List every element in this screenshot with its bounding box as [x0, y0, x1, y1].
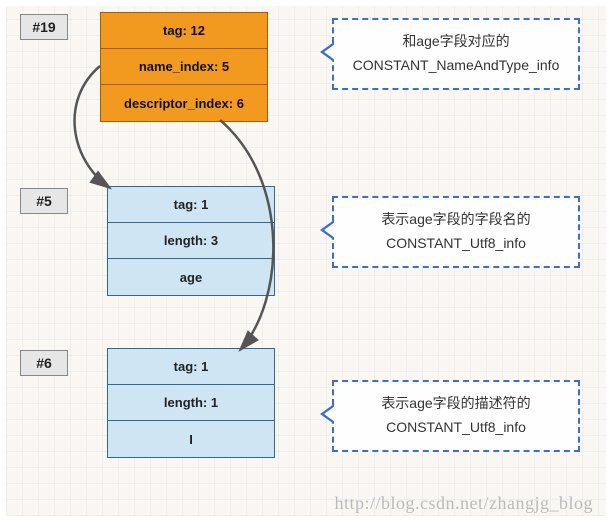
- index-label-6: #6: [20, 350, 68, 376]
- constant-node-19: tag: 12 name_index: 5 descriptor_index: …: [100, 12, 268, 122]
- index-label-19: #19: [20, 14, 68, 40]
- node5-tag: tag: 1: [108, 187, 274, 223]
- node6-tag: tag: 1: [108, 349, 274, 385]
- constant-node-5: tag: 1 length: 3 age: [107, 186, 275, 296]
- callout-5-line2: CONSTANT_Utf8_info: [344, 232, 568, 256]
- callout-6: 表示age字段的描述符的 CONSTANT_Utf8_info: [332, 380, 580, 452]
- node19-descriptor-index: descriptor_index: 6: [101, 85, 267, 121]
- node19-tag: tag: 12: [101, 13, 267, 49]
- watermark-text: http://blog.csdn.net/zhangjg_blog: [335, 493, 593, 514]
- callout-5: 表示age字段的字段名的 CONSTANT_Utf8_info: [332, 196, 580, 268]
- callout-19: 和age字段对应的 CONSTANT_NameAndType_info: [332, 18, 580, 90]
- index-label-5: #5: [20, 188, 68, 214]
- callout-19-line2: CONSTANT_NameAndType_info: [344, 54, 568, 78]
- callout-6-line1: 表示age字段的描述符的: [344, 392, 568, 416]
- node19-name-index: name_index: 5: [101, 49, 267, 85]
- node6-length: length: 1: [108, 385, 274, 421]
- node6-value: I: [108, 421, 274, 457]
- node5-length: length: 3: [108, 223, 274, 259]
- callout-6-line2: CONSTANT_Utf8_info: [344, 416, 568, 440]
- callout-19-line1: 和age字段对应的: [344, 30, 568, 54]
- constant-node-6: tag: 1 length: 1 I: [107, 348, 275, 458]
- callout-5-line1: 表示age字段的字段名的: [344, 208, 568, 232]
- node5-value: age: [108, 259, 274, 295]
